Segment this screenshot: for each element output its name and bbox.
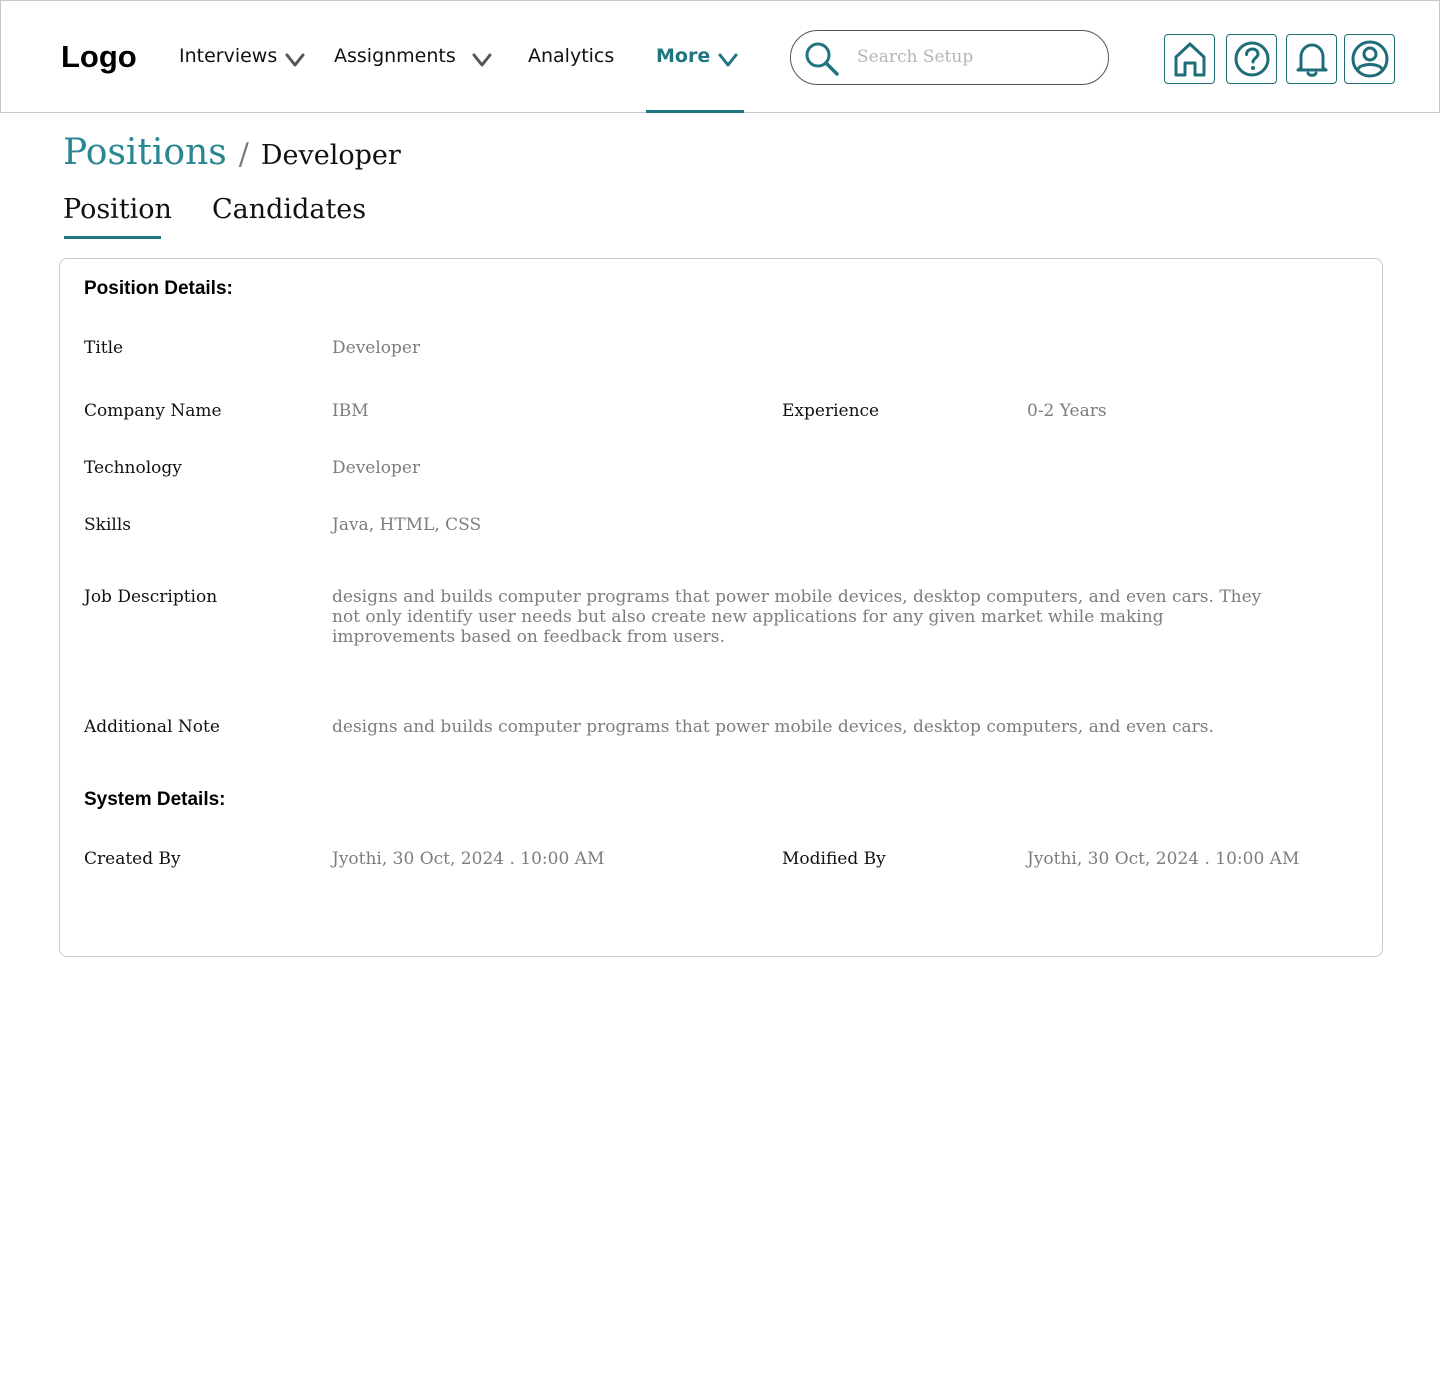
skills-value: Java, HTML, CSS — [332, 515, 482, 535]
logo[interactable]: Logo — [61, 39, 137, 75]
bell-icon — [1296, 43, 1327, 77]
technology-value: Developer — [332, 458, 421, 478]
job-description-label: Job Description — [84, 587, 218, 607]
position-details-heading: Position Details: — [84, 278, 233, 299]
breadcrumb-separator: / — [238, 137, 249, 172]
experience-value: 0-2 Years — [1027, 401, 1107, 421]
job-description-value: designs and builds computer programs tha… — [332, 587, 1262, 647]
title-value: Developer — [332, 338, 421, 358]
profile-button[interactable] — [1344, 34, 1395, 84]
nav-analytics-label: Analytics — [528, 45, 615, 67]
active-nav-indicator — [646, 110, 744, 113]
breadcrumb-current: Developer — [260, 140, 401, 171]
notifications-button[interactable] — [1286, 34, 1337, 84]
system-details-heading: System Details: — [84, 789, 226, 810]
nav-analytics[interactable]: Analytics — [528, 45, 614, 67]
modified-by-value: Jyothi, 30 Oct, 2024 . 10:00 AM — [1027, 849, 1300, 869]
tab-position[interactable]: Position — [63, 194, 172, 225]
user-icon — [1351, 40, 1388, 78]
chevron-down-icon — [285, 53, 305, 67]
chevron-down-icon — [718, 53, 738, 67]
skills-label: Skills — [84, 515, 131, 535]
company-name-value: IBM — [332, 401, 369, 421]
active-tab-indicator — [64, 236, 161, 239]
help-icon — [1234, 41, 1269, 77]
nav-more[interactable]: More — [656, 45, 738, 67]
company-name-label: Company Name — [84, 401, 222, 421]
help-button[interactable] — [1226, 34, 1277, 84]
position-details-card: Position Details: Title Developer Compan… — [59, 258, 1383, 957]
experience-label: Experience — [782, 401, 880, 421]
nav-assignments-label: Assignments — [334, 45, 456, 67]
breadcrumb-positions-link[interactable]: Positions — [63, 132, 227, 173]
home-button[interactable] — [1164, 34, 1215, 84]
nav-interviews[interactable]: Interviews — [179, 45, 305, 67]
nav-interviews-label: Interviews — [179, 45, 278, 67]
nav-more-label: More — [656, 45, 711, 67]
created-by-label: Created By — [84, 849, 181, 869]
top-navigation-bar: Logo Interviews Assignments Analytics Mo… — [0, 0, 1440, 113]
technology-label: Technology — [84, 458, 182, 478]
breadcrumb: Positions / Developer — [63, 132, 401, 173]
modified-by-label: Modified By — [782, 849, 886, 869]
created-by-value: Jyothi, 30 Oct, 2024 . 10:00 AM — [332, 849, 605, 869]
home-icon — [1174, 42, 1205, 77]
tab-candidates[interactable]: Candidates — [212, 194, 366, 225]
chevron-down-icon — [472, 53, 492, 67]
search-icon[interactable] — [803, 40, 841, 78]
search-input[interactable] — [857, 41, 1087, 73]
additional-note-value: designs and builds computer programs tha… — [332, 717, 1214, 737]
search-box[interactable] — [790, 30, 1109, 85]
additional-note-label: Additional Note — [84, 717, 220, 737]
nav-assignments[interactable]: Assignments — [334, 45, 492, 67]
title-label: Title — [84, 338, 124, 358]
